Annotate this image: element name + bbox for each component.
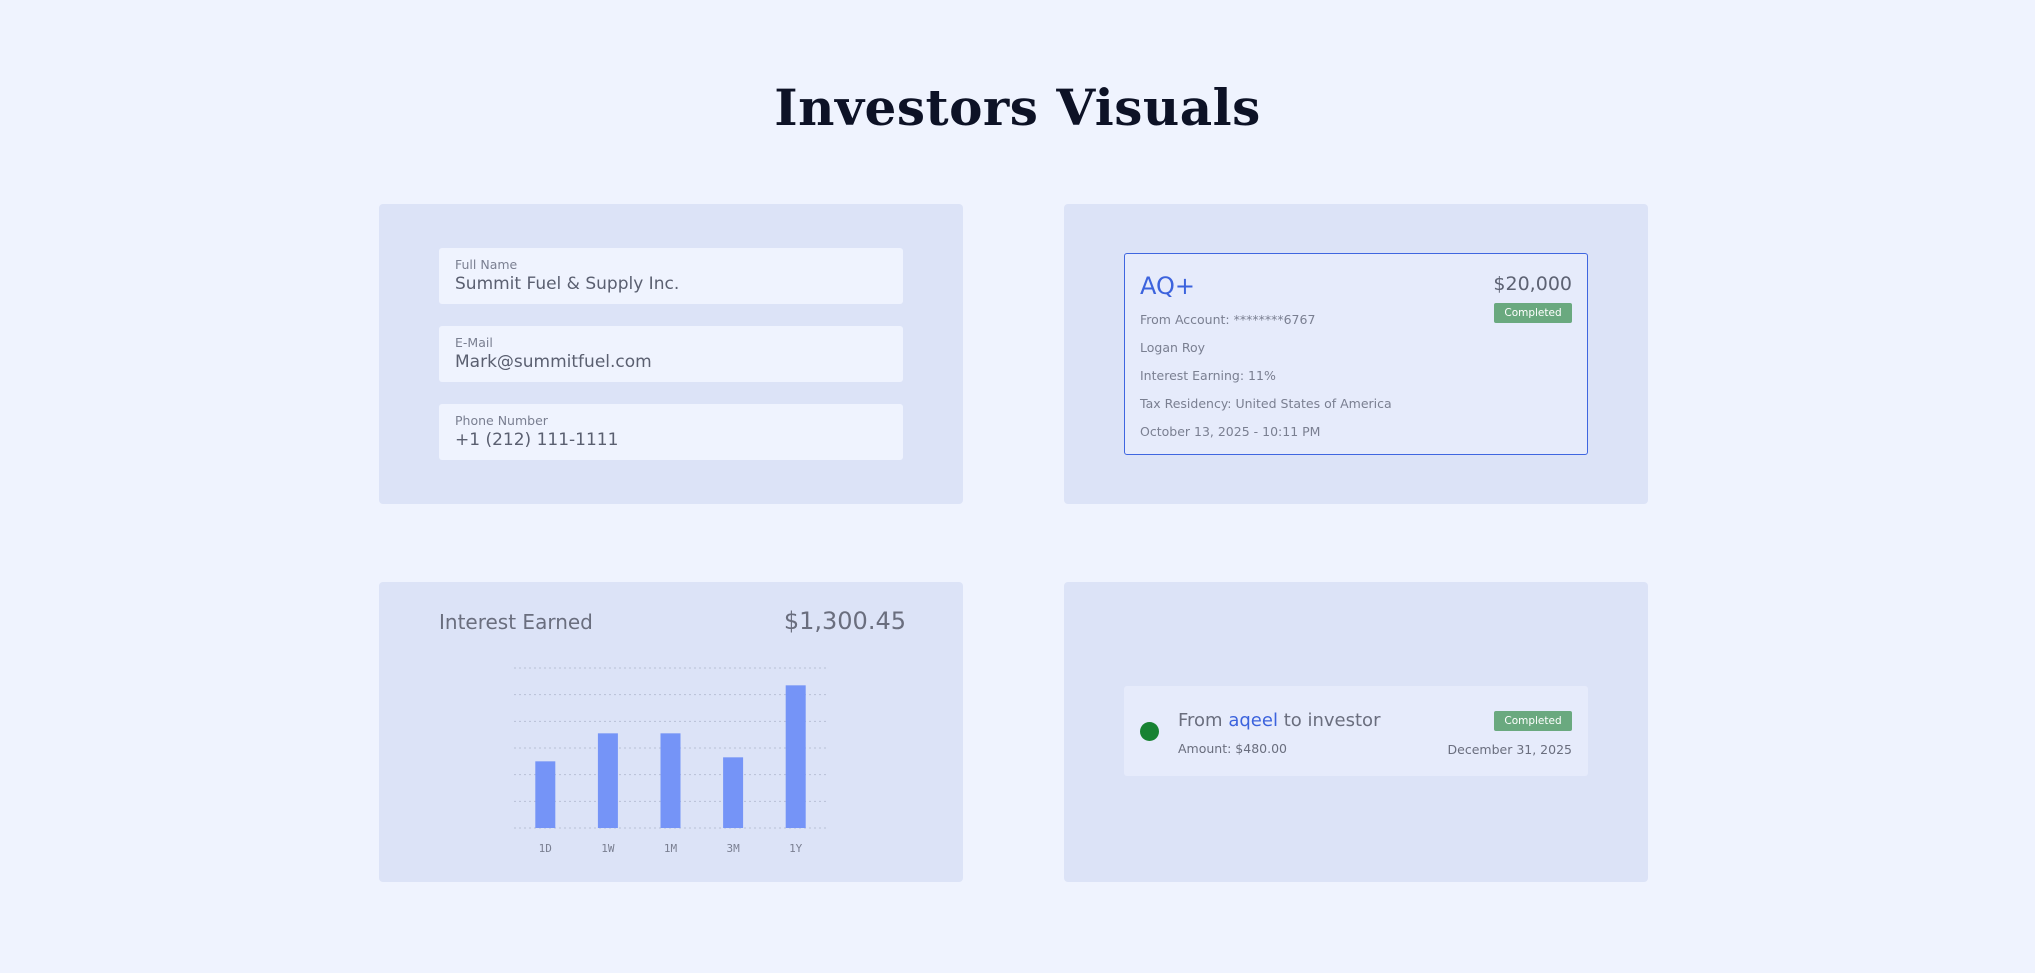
phone-number-field[interactable]: Phone Number +1 (212) 111-1111 — [439, 404, 903, 460]
chart-bar-1y[interactable] — [785, 685, 806, 828]
full-name-field[interactable]: Full Name Summit Fuel & Supply Inc. — [439, 248, 903, 304]
activity-amount: Amount: $480.00 — [1178, 741, 1287, 756]
activity-suffix: to investor — [1283, 710, 1381, 731]
email-label: E-Mail — [455, 335, 493, 350]
activity-panel: From aqeel to investor Amount: $480.00 C… — [1064, 582, 1648, 882]
chart-bar-3m[interactable] — [723, 757, 744, 828]
activity-prefix: From — [1178, 710, 1223, 731]
chart-bar-1w[interactable] — [597, 733, 618, 828]
activity-description: From aqeel to investor — [1178, 710, 1380, 731]
transaction-amount: $20,000 — [1493, 273, 1572, 295]
full-name-value[interactable]: Summit Fuel & Supply Inc. — [455, 274, 679, 294]
interest-bar-chart: 1D 1W 1M 3M 1Y — [514, 667, 827, 855]
chart-tick-label: 1M — [664, 842, 678, 855]
chart-tick-label: 1D — [539, 842, 552, 855]
transaction-card[interactable]: AQ+ $20,000 Completed From Account: ****… — [1124, 253, 1588, 455]
contact-form-panel: Full Name Summit Fuel & Supply Inc. E-Ma… — [379, 204, 963, 504]
chart-tick-label: 1W — [601, 842, 615, 855]
transaction-panel: AQ+ $20,000 Completed From Account: ****… — [1064, 204, 1648, 504]
page-title: Investors Visuals — [774, 78, 1261, 137]
email-field[interactable]: E-Mail Mark@summitfuel.com — [439, 326, 903, 382]
from-account: From Account: ********6767 — [1140, 312, 1316, 327]
transaction-name: AQ+ — [1140, 272, 1195, 300]
sender-link[interactable]: aqeel — [1228, 710, 1278, 731]
status-badge: Completed — [1494, 303, 1572, 323]
interest-earned-panel: Interest Earned $1,300.45 1D 1W 1M 3M 1Y — [379, 582, 963, 882]
chart-tick-label: 1Y — [789, 842, 803, 855]
activity-date: December 31, 2025 — [1447, 742, 1572, 757]
chart-bar-1d[interactable] — [535, 761, 556, 828]
tax-residency: Tax Residency: United States of America — [1140, 396, 1392, 411]
phone-number-label: Phone Number — [455, 413, 548, 428]
full-name-label: Full Name — [455, 257, 518, 272]
account-holder: Logan Roy — [1140, 340, 1206, 355]
activity-item[interactable]: From aqeel to investor Amount: $480.00 C… — [1124, 686, 1588, 776]
chart-tick-label: 3M — [726, 842, 740, 855]
transaction-datetime: October 13, 2025 - 10:11 PM — [1140, 424, 1321, 439]
phone-number-value[interactable]: +1 (212) 111-1111 — [455, 430, 618, 450]
page: Investors Visuals Full Name Summit Fuel … — [0, 0, 2035, 973]
status-dot — [1140, 722, 1159, 741]
chart-bar-1m[interactable] — [660, 733, 681, 828]
status-badge: Completed — [1494, 711, 1572, 731]
email-value[interactable]: Mark@summitfuel.com — [455, 352, 652, 372]
interest-earning: Interest Earning: 11% — [1140, 368, 1276, 383]
